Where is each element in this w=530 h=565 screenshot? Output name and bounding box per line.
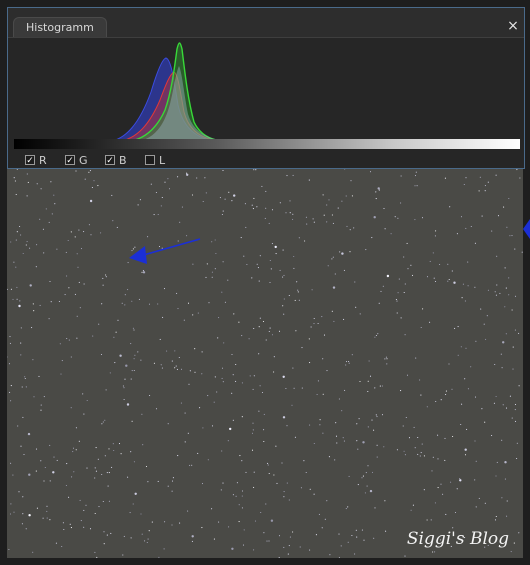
- watermark: Siggi's Blog: [406, 529, 509, 549]
- tab-histogramm[interactable]: Histogramm: [13, 17, 107, 37]
- tonal-gradient-bar: [14, 139, 520, 149]
- checkbox-icon[interactable]: ✓: [25, 155, 35, 166]
- arrow-annotation-icon: [129, 238, 201, 264]
- channel-label-l: L: [159, 153, 166, 167]
- close-icon[interactable]: ×: [505, 18, 521, 34]
- channel-toggle-b[interactable]: ✓ B: [105, 152, 127, 168]
- histogram-graph: [105, 42, 344, 143]
- channel-toggle-r[interactable]: ✓ R: [25, 152, 47, 168]
- channel-toggle-g[interactable]: ✓ G: [65, 152, 88, 168]
- channel-label-g: G: [79, 153, 88, 167]
- histogram-panel: Histogramm × ✓ R ✓ G ✓ B L: [7, 7, 525, 169]
- side-marker-icon[interactable]: [523, 219, 530, 239]
- channel-toggle-l[interactable]: L: [145, 152, 165, 168]
- checkbox-icon[interactable]: ✓: [105, 155, 115, 166]
- channel-label-b: B: [119, 153, 127, 167]
- channel-label-r: R: [39, 153, 47, 167]
- star-photo: Siggi's Blog: [7, 166, 523, 558]
- checkbox-icon[interactable]: ✓: [65, 155, 75, 166]
- checkbox-icon[interactable]: [145, 155, 155, 165]
- panel-tab-bar: Histogramm ×: [8, 8, 524, 38]
- channel-toggles: ✓ R ✓ G ✓ B L: [8, 152, 524, 168]
